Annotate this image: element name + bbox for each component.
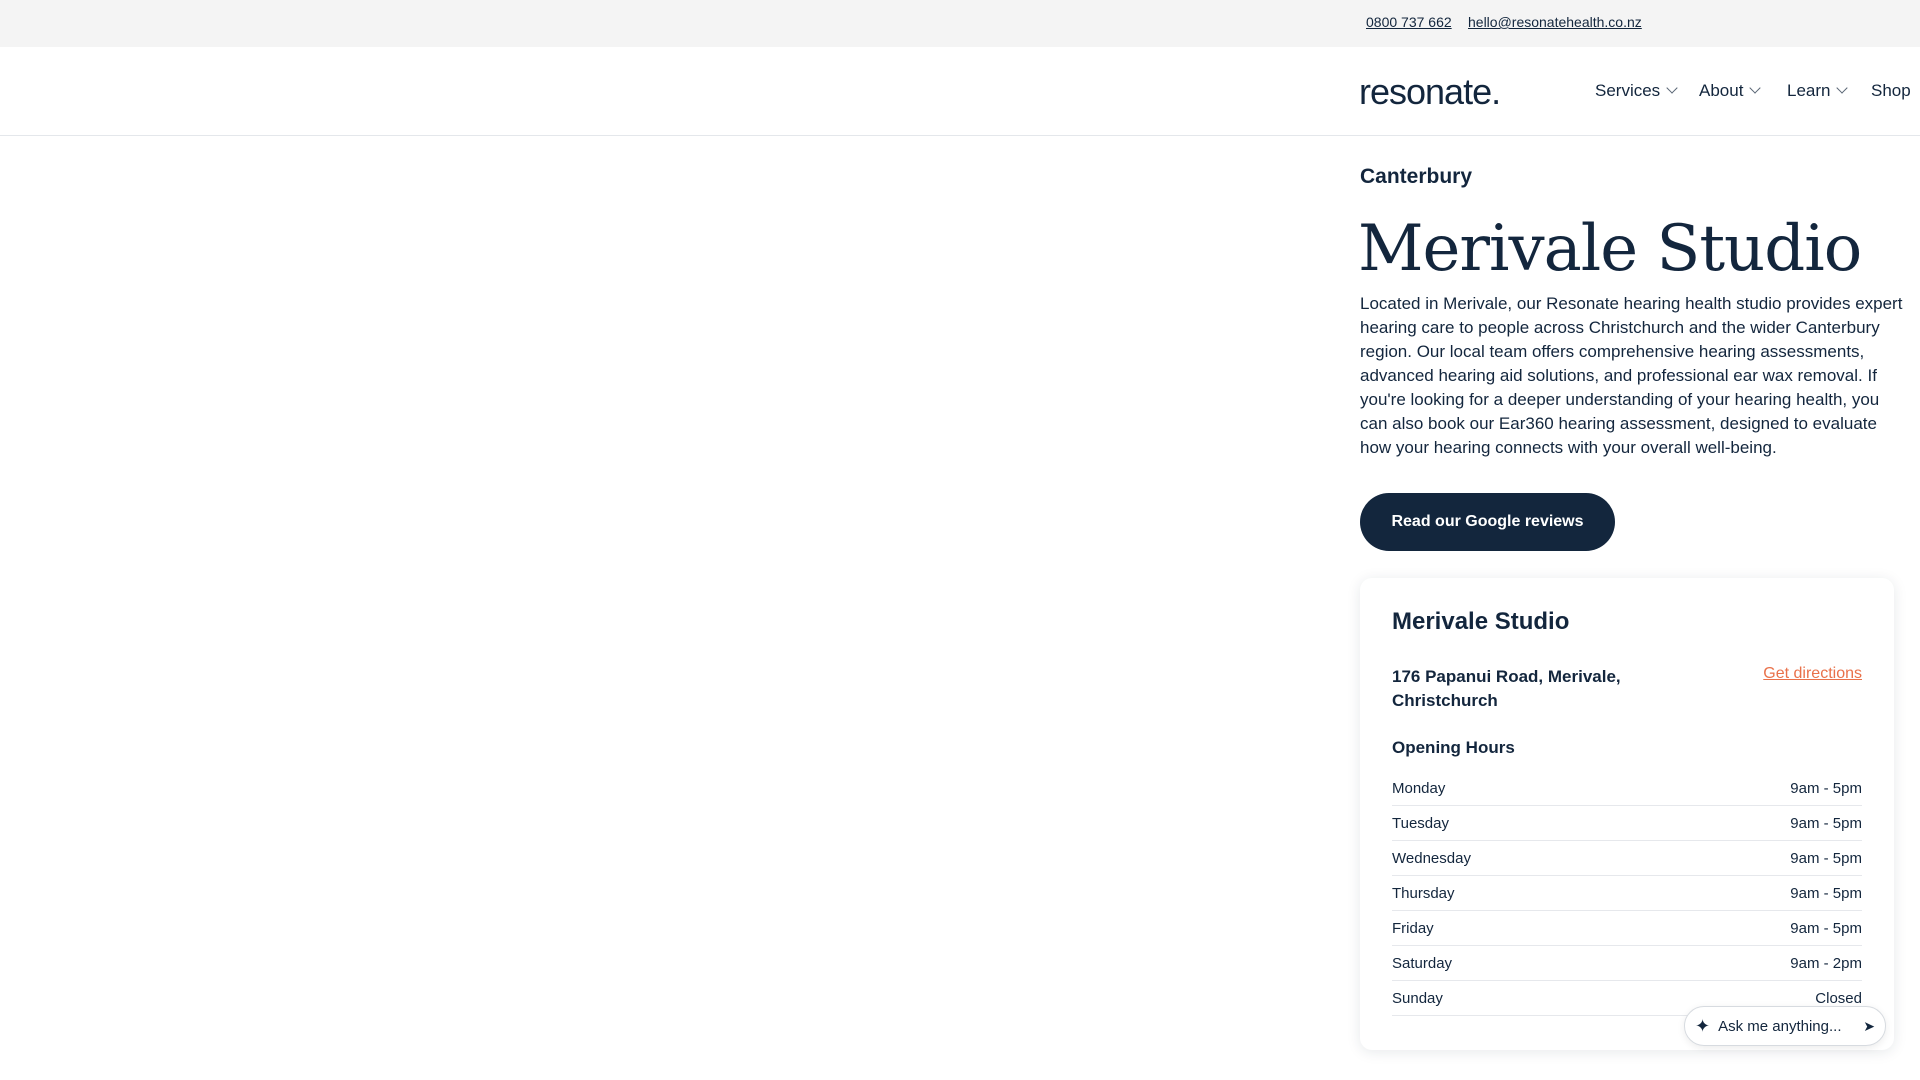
hours-time: Closed bbox=[1815, 990, 1862, 1007]
phone-link[interactable]: 0800 737 662 bbox=[1366, 14, 1452, 30]
nav-services[interactable]: Services bbox=[1595, 81, 1678, 101]
sparkle-icon: ✦ bbox=[1695, 1015, 1711, 1036]
ask-assistant-widget[interactable]: ✦ Ask me anything... ➤ bbox=[1684, 1006, 1886, 1046]
hours-day: Sunday bbox=[1392, 990, 1443, 1007]
hours-day: Thursday bbox=[1392, 885, 1455, 902]
google-reviews-button[interactable]: Read our Google reviews bbox=[1360, 493, 1615, 551]
hours-day: Tuesday bbox=[1392, 815, 1449, 832]
studio-card: Merivale Studio 176 Papanui Road, Meriva… bbox=[1360, 578, 1894, 1050]
ask-placeholder: Ask me anything... bbox=[1718, 1017, 1842, 1035]
hours-day: Saturday bbox=[1392, 955, 1453, 972]
hours-time: 9am - 5pm bbox=[1790, 815, 1862, 832]
nav-learn-label: Learn bbox=[1787, 81, 1831, 100]
opening-hours-title: Opening Hours bbox=[1392, 738, 1515, 757]
nav-about[interactable]: About bbox=[1699, 81, 1762, 101]
hours-time: 9am - 5pm bbox=[1790, 885, 1862, 902]
hours-row: Saturday 9am - 2pm bbox=[1392, 947, 1862, 981]
nav-services-label: Services bbox=[1595, 81, 1661, 100]
utility-bar: 0800 737 662 hello@resonatehealth.co.nz bbox=[0, 0, 1920, 47]
nav-shop[interactable]: Shop bbox=[1871, 81, 1911, 101]
hours-day: Monday bbox=[1392, 780, 1446, 797]
hours-day: Wednesday bbox=[1392, 850, 1471, 867]
hours-row: Thursday 9am - 5pm bbox=[1392, 877, 1862, 911]
hours-time: 9am - 5pm bbox=[1790, 850, 1862, 867]
resonate-logo[interactable]: resonate. bbox=[1359, 71, 1501, 113]
hours-row: Tuesday 9am - 5pm bbox=[1392, 807, 1862, 841]
send-icon[interactable]: ➤ bbox=[1863, 1018, 1875, 1035]
nav-shop-label: Shop bbox=[1871, 81, 1911, 100]
hours-row: Friday 9am - 5pm bbox=[1392, 912, 1862, 946]
intro-paragraph: Located in Merivale, our Resonate hearin… bbox=[1360, 294, 1903, 457]
studio-card-title: Merivale Studio bbox=[1392, 608, 1570, 635]
page-title: Merivale Studio bbox=[1358, 212, 1862, 286]
site-header: resonate. Services About Learn Shop bbox=[0, 47, 1920, 136]
get-directions-link[interactable]: Get directions bbox=[1763, 665, 1862, 683]
region-label: Canterbury bbox=[1360, 165, 1473, 188]
nav-learn[interactable]: Learn bbox=[1787, 81, 1849, 101]
hours-row: Wednesday 9am - 5pm bbox=[1392, 842, 1862, 876]
chevron-down-icon bbox=[1836, 82, 1849, 94]
email-link[interactable]: hello@resonatehealth.co.nz bbox=[1468, 14, 1642, 30]
studio-address: 176 Papanui Road, Merivale, Christchurch bbox=[1392, 667, 1621, 710]
chevron-down-icon bbox=[1749, 82, 1762, 94]
hours-time: 9am - 2pm bbox=[1790, 955, 1862, 972]
hours-row: Monday 9am - 5pm bbox=[1392, 772, 1862, 806]
opening-hours-list: Monday 9am - 5pm Tuesday 9am - 5pm Wednesd… bbox=[1392, 772, 1862, 1017]
hours-time: 9am - 5pm bbox=[1790, 780, 1862, 797]
nav-about-label: About bbox=[1699, 81, 1744, 100]
hours-day: Friday bbox=[1392, 920, 1434, 937]
chevron-down-icon bbox=[1666, 82, 1678, 94]
hours-time: 9am - 5pm bbox=[1790, 920, 1862, 937]
